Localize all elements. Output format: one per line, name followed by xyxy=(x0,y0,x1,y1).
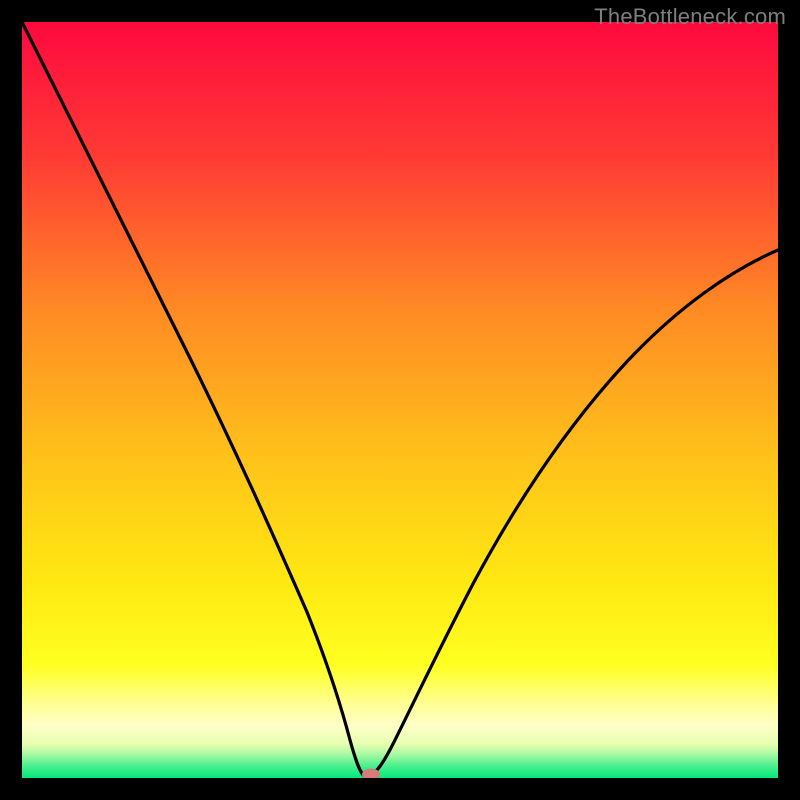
gradient-background xyxy=(22,22,778,778)
chart-frame: TheBottleneck.com xyxy=(0,0,800,800)
watermark-text: TheBottleneck.com xyxy=(594,4,786,30)
chart-svg xyxy=(22,22,778,778)
plot-area xyxy=(22,22,778,778)
